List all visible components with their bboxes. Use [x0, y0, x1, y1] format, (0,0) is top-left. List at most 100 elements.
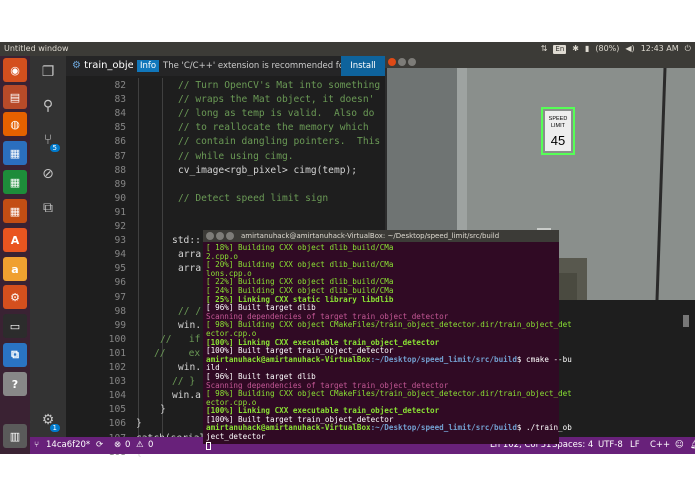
code-line[interactable]: // Turn OpenCV's Mat into something [178, 80, 380, 91]
code-line[interactable]: // while using cimg. [178, 151, 294, 162]
extension-notification: Info The 'C/C++' extension is recommende… [133, 56, 385, 76]
warning-count[interactable]: 0 [148, 437, 153, 454]
terminal-command: $ ./train_ob [516, 423, 572, 433]
minimize-icon[interactable] [398, 58, 406, 66]
terminal-titlebar[interactable]: amirtanuhack@amirtanuhack-VirtualBox: ~/… [203, 230, 559, 242]
terminal-output[interactable]: [ 18%] Building CXX object dlib_build/CM… [206, 243, 572, 452]
vscode-icon[interactable]: ⧉ [3, 343, 27, 367]
line-number: 96 [114, 277, 126, 289]
writer-glyph: ▦ [9, 146, 21, 160]
software-icon[interactable]: A [3, 228, 27, 252]
sign-value: 45 [551, 133, 565, 148]
calc-icon[interactable]: ▦ [3, 170, 27, 194]
impress-icon[interactable]: ▦ [3, 199, 27, 223]
code-line[interactable]: // ex [154, 348, 200, 359]
line-number: 90 [114, 192, 126, 204]
language-mode[interactable]: C++ [650, 437, 670, 454]
error-count[interactable]: 0 [125, 437, 130, 454]
bluetooth-icon[interactable]: ✱ [572, 42, 579, 56]
line-number: 92 [114, 221, 126, 232]
line-number: 103 [108, 376, 126, 388]
encoding[interactable]: UTF-8 [598, 437, 623, 454]
code-line[interactable]: } [160, 404, 166, 415]
close-icon[interactable] [206, 232, 214, 240]
code-line[interactable]: win.a [172, 390, 201, 401]
window-title: Untitled window [4, 44, 69, 53]
image-window-titlebar[interactable] [385, 56, 695, 68]
clock[interactable]: 12:43 AM [641, 42, 679, 56]
line-number: 95 [114, 263, 126, 275]
extensions-icon[interactable]: ⧉ [36, 196, 60, 220]
line-number: 98 [114, 305, 126, 317]
firefox-icon[interactable]: ◍ [3, 112, 27, 136]
source-control-icon[interactable]: ⑂ 5 [36, 128, 60, 152]
files-icon[interactable]: ▤ [3, 85, 27, 109]
warning-icon[interactable]: ⚠ [136, 437, 144, 454]
sign-line-1: SPEED [549, 116, 568, 122]
install-button[interactable]: Install [341, 56, 385, 76]
explorer-icon[interactable]: ❐ [36, 60, 60, 84]
code-line[interactable]: arra [178, 249, 201, 260]
error-icon[interactable]: ⊗ [114, 437, 121, 454]
code-line[interactable]: // } [172, 376, 195, 387]
battery-icon[interactable]: ▮ [585, 42, 589, 56]
code-line[interactable]: // if [160, 334, 200, 345]
branch-icon[interactable]: ⑂ [34, 437, 39, 454]
source-control-badge: 5 [49, 144, 60, 152]
line-number: 84 [114, 108, 126, 120]
code-line[interactable]: // Detect speed limit sign [178, 193, 328, 204]
terminal-text: [ 98%] Building CXX object CMakeFiles/tr… [206, 320, 572, 330]
terminal-text: [ 98%] Building CXX object CMakeFiles/tr… [206, 389, 572, 399]
terminal-prompt-path: :~/Desktop/speed_limit/src/build [370, 423, 517, 433]
battery-percentage[interactable]: (80%) [595, 42, 619, 56]
keyboard-layout[interactable]: En [553, 44, 567, 54]
terminal-icon[interactable]: ▭ [3, 314, 27, 338]
files-glyph: ▤ [9, 90, 21, 104]
code-line[interactable]: win. [178, 320, 201, 331]
line-number: 100 [108, 333, 126, 345]
search-icon[interactable]: ⚲ [36, 94, 60, 118]
network-icon[interactable]: ⇅ [541, 42, 548, 56]
gear-icon[interactable]: ⚙ 1 [36, 408, 60, 432]
writer-icon[interactable]: ▦ [3, 141, 27, 165]
close-icon[interactable] [388, 58, 396, 66]
sync-icon[interactable]: ⟳ [96, 437, 103, 454]
line-number: 104 [108, 390, 126, 402]
debug-icon[interactable]: ⊘ [36, 162, 60, 186]
activity-bar: ❐ ⚲ ⑂ 5 ⊘ ⧉ ⚙ 1 [30, 56, 66, 437]
code-line[interactable]: // contain dangling pointers. This [178, 136, 380, 147]
code-line[interactable]: // / [178, 306, 201, 317]
ubuntu-icon[interactable]: ◉ [3, 58, 27, 82]
code-line[interactable]: } [136, 418, 142, 429]
code-line[interactable]: // long as temp is valid. Also do [178, 108, 374, 119]
code-line[interactable]: // wraps the Mat object, it doesn' [178, 94, 374, 105]
code-line[interactable]: std:: [172, 235, 201, 246]
line-number: 83 [114, 94, 126, 106]
line-number: 102 [108, 362, 126, 373]
settings-icon[interactable]: ⚙ [3, 285, 27, 309]
terminal-line: [ 98%] Building CXX object CMakeFiles/tr… [206, 321, 572, 330]
code-line[interactable]: // to reallocate the memory which [178, 122, 369, 133]
help-icon[interactable]: ? [3, 372, 27, 396]
feedback-icon[interactable]: ☺ [675, 437, 684, 454]
trash-icon[interactable]: ▥ [3, 424, 27, 448]
notification-bell-icon[interactable]: 🔔︎ [690, 437, 695, 454]
maximize-icon[interactable] [408, 58, 416, 66]
amazon-icon[interactable]: a [3, 257, 27, 281]
line-number: 106 [108, 418, 126, 430]
vscode-glyph: ⧉ [11, 348, 19, 361]
volume-icon[interactable]: ◀) [625, 42, 634, 56]
code-line[interactable]: arra [178, 263, 201, 274]
overview-ruler[interactable] [683, 315, 689, 327]
top-panel: Untitled window ⇅ En ✱ ▮ (80%) ◀) 12:43 … [0, 42, 695, 56]
line-number: 94 [114, 249, 126, 261]
branch-name[interactable]: 14ca6f20* [46, 437, 90, 454]
line-ending[interactable]: LF [630, 437, 640, 454]
code-line[interactable]: cv_image<rgb_pixel> cimg(temp); [178, 165, 357, 176]
line-number: 87 [114, 150, 126, 162]
power-icon[interactable]: ⏻ [685, 42, 691, 56]
cpp-file-icon: ⚙ [72, 60, 81, 71]
minimize-icon[interactable] [216, 232, 224, 240]
code-line[interactable]: win. [178, 362, 201, 373]
maximize-icon[interactable] [226, 232, 234, 240]
